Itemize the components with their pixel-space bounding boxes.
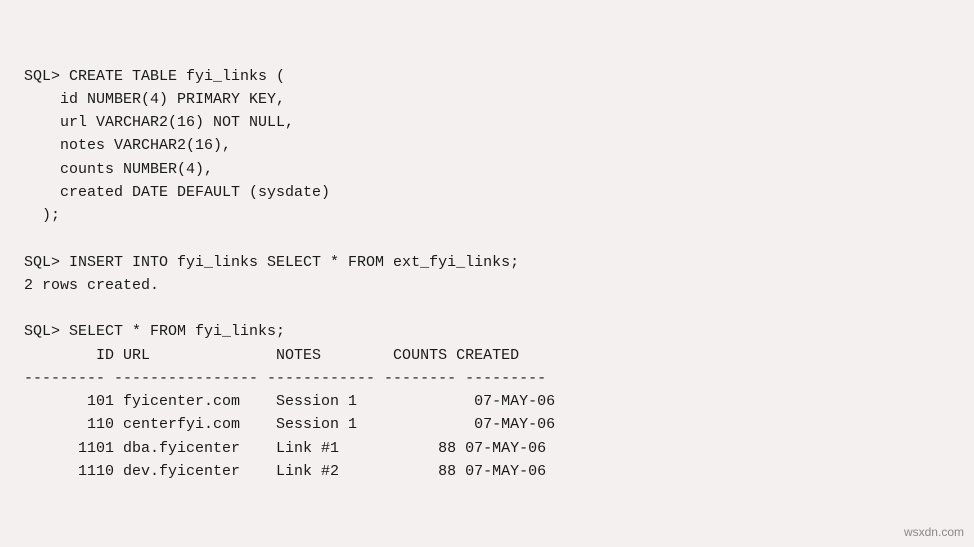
terminal-line: 1110 dev.fyicenter Link #2 88 07-MAY-06 [24, 460, 950, 483]
terminal-line: 2 rows created. [24, 274, 950, 297]
terminal-line: 101 fyicenter.com Session 1 07-MAY-06 [24, 390, 950, 413]
terminal-line: SQL> INSERT INTO fyi_links SELECT * FROM… [24, 251, 950, 274]
watermark: wsxdn.com [904, 525, 964, 539]
terminal-line: 1101 dba.fyicenter Link #1 88 07-MAY-06 [24, 437, 950, 460]
terminal-line: notes VARCHAR2(16), [24, 134, 950, 157]
terminal-line: ID URL NOTES COUNTS CREATED [24, 344, 950, 367]
terminal-line: id NUMBER(4) PRIMARY KEY, [24, 88, 950, 111]
terminal-line: created DATE DEFAULT (sysdate) [24, 181, 950, 204]
terminal-line: counts NUMBER(4), [24, 158, 950, 181]
terminal-line: url VARCHAR2(16) NOT NULL, [24, 111, 950, 134]
terminal-line: --------- ---------------- ------------ … [24, 367, 950, 390]
terminal-line: ); [24, 204, 950, 227]
terminal-line: 110 centerfyi.com Session 1 07-MAY-06 [24, 413, 950, 436]
terminal-output: SQL> CREATE TABLE fyi_links ( id NUMBER(… [24, 18, 950, 529]
terminal-line [24, 227, 950, 250]
terminal-line [24, 297, 950, 320]
terminal-line: SQL> SELECT * FROM fyi_links; [24, 320, 950, 343]
terminal-line: SQL> CREATE TABLE fyi_links ( [24, 65, 950, 88]
